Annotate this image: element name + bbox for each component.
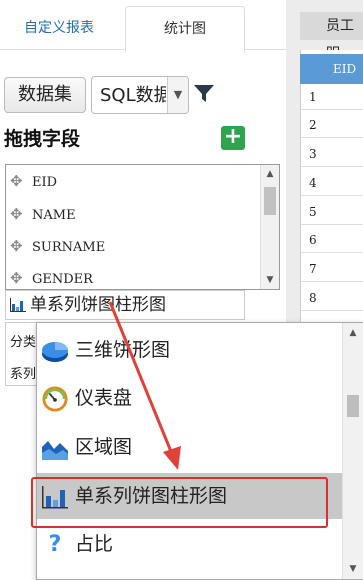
row-divider (301, 310, 363, 311)
row-number: 7 (309, 262, 317, 276)
row-divider (301, 137, 363, 138)
grid-column-header[interactable]: EID (300, 54, 363, 84)
move-icon: ✥ (10, 172, 23, 190)
field-list-scrollbar[interactable]: ▲ ▼ (260, 165, 279, 289)
field-item[interactable]: ✥ GENDER (10, 264, 93, 289)
row-divider (301, 195, 363, 196)
tab-statistics-chart[interactable]: 统计图 (125, 6, 245, 53)
field-item[interactable]: ✥ NAME (10, 200, 76, 228)
data-source-select[interactable]: SQL数据 ▼ (91, 76, 189, 114)
plus-icon[interactable]: + (221, 126, 245, 150)
dropdown-item-label: 仪表盘 (75, 387, 133, 409)
category-label: 分类 (10, 335, 37, 350)
dropdown-scrollbar[interactable]: ▲ ▼ (342, 323, 363, 579)
field-item[interactable]: ✥ SURNAME (10, 232, 105, 260)
scroll-thumb[interactable] (347, 395, 359, 417)
chart-type-dropdown[interactable]: 三维饼形图 仪表盘 区域图 单系列饼图柱形图 ? 占比 ▲ ▼ (36, 322, 363, 580)
field-name: EID (32, 175, 58, 190)
field-name: SURNAME (32, 240, 106, 255)
data-source-select-value: SQL数据 (100, 85, 166, 106)
row-divider (301, 281, 363, 282)
dropdown-item-gauge[interactable]: 仪表盘 (37, 375, 343, 421)
report-grid: 1 2 3 4 5 6 7 8 (300, 50, 363, 350)
dropdown-item-pie-3d[interactable]: 三维饼形图 (37, 327, 343, 373)
dropdown-item-label: 区域图 (75, 436, 133, 458)
row-divider (301, 109, 363, 110)
fields-panel-title: 拖拽字段 (4, 128, 81, 150)
dropdown-item-area[interactable]: 区域图 (37, 424, 343, 470)
chart-props-panel: 分类 系列 (5, 322, 37, 386)
bar-chart-icon (10, 298, 26, 312)
pie-3d-icon (42, 342, 68, 362)
field-list[interactable]: ✥ EID ✥ NAME ✥ SURNAME ✥ GENDER ▲ ▼ (5, 164, 280, 290)
row-number: 8 (309, 291, 317, 305)
filter-icon[interactable] (193, 84, 215, 104)
chevron-down-icon[interactable]: ▼ (167, 77, 188, 113)
field-name: GENDER (32, 272, 93, 287)
field-item[interactable]: ✥ EID (10, 167, 57, 195)
tab-custom-report[interactable]: 自定义报表 (0, 6, 118, 51)
row-number: 4 (309, 176, 317, 190)
row-number: 3 (309, 147, 317, 161)
row-number: 5 (309, 205, 317, 219)
scroll-up-icon[interactable]: ▲ (343, 323, 363, 343)
move-icon: ✥ (10, 237, 23, 255)
report-preview-header: 员工明 (300, 12, 363, 62)
dataset-button[interactable]: 数据集 (4, 77, 86, 113)
highlight-box (31, 477, 328, 528)
move-icon: ✥ (10, 205, 23, 223)
area-chart-icon (42, 441, 68, 460)
row-number: 2 (309, 118, 317, 132)
row-divider (301, 166, 363, 167)
row-divider (301, 224, 363, 225)
question-icon: ? (48, 532, 62, 557)
scroll-up-icon[interactable]: ▲ (261, 165, 279, 183)
move-icon: ✥ (10, 269, 23, 287)
row-number: 1 (309, 90, 317, 104)
gauge-icon (42, 386, 68, 412)
tab-bar: 自定义报表 统计图 (0, 0, 286, 53)
dropdown-item-label: 三维饼形图 (75, 339, 171, 361)
chart-type-select-value: 单系列饼图柱形图 (30, 295, 166, 315)
row-number: 6 (309, 233, 317, 247)
series-label: 系列 (10, 367, 37, 382)
chart-type-select[interactable]: 单系列饼图柱形图 (5, 290, 245, 320)
scroll-thumb[interactable] (264, 187, 276, 215)
scroll-down-icon[interactable]: ▼ (261, 271, 279, 289)
row-divider (301, 252, 363, 253)
scroll-down-icon[interactable]: ▼ (343, 559, 363, 579)
field-name: NAME (32, 208, 76, 223)
